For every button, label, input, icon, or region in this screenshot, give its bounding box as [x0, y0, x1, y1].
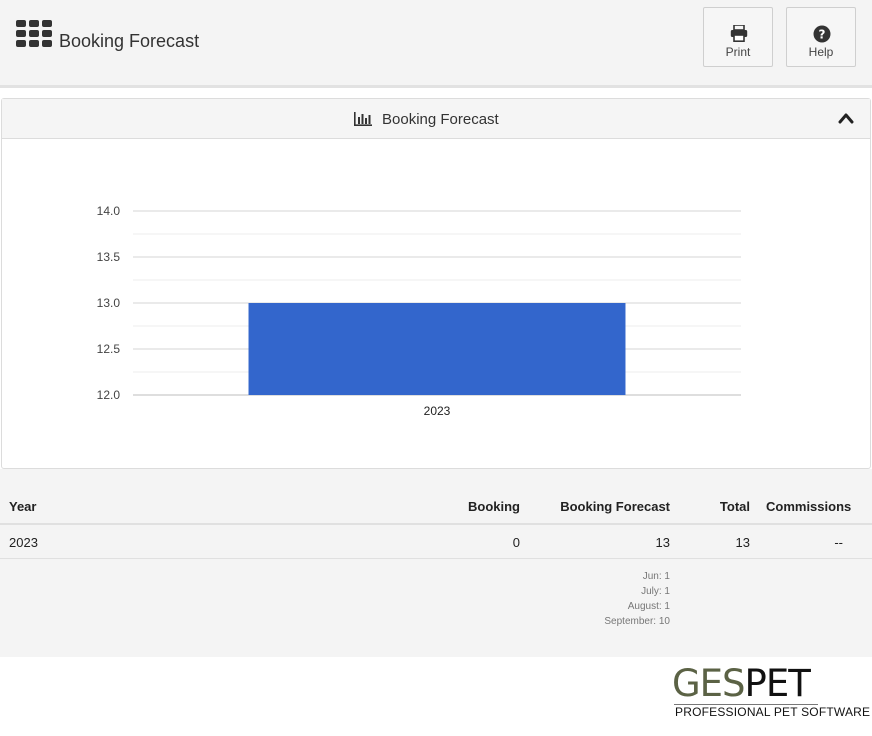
page-title: Booking Forecast — [59, 31, 200, 51]
y-tick-label: 12.0 — [97, 388, 121, 402]
breakdown-item: Jun: 1 — [642, 571, 670, 582]
logo-wordmark: GESPET — [672, 662, 811, 705]
y-tick-label: 12.5 — [97, 342, 121, 356]
col-header-booking-forecast: Booking Forecast — [560, 499, 670, 514]
breakdown-item: July: 1 — [641, 586, 670, 597]
col-header-total: Total — [719, 499, 750, 514]
col-header-booking: Booking — [468, 499, 520, 514]
question-circle-icon: ? — [813, 25, 831, 43]
col-header-commissions: Commissions — [766, 499, 852, 514]
gespet-logo: GESPET PROFESSIONAL PET SOFTWARE — [672, 662, 870, 722]
breakdown-item: September: 10 — [604, 616, 670, 627]
col-header-year: Year — [9, 499, 37, 514]
chevron-up-icon[interactable] — [838, 112, 854, 124]
panel-title: Booking Forecast — [382, 111, 499, 128]
panel-header: Booking Forecast — [2, 99, 870, 139]
breakdown-item: August: 1 — [627, 601, 670, 612]
print-button[interactable]: Print — [703, 7, 773, 67]
logo-tagline: PROFESSIONAL PET SOFTWARE — [675, 705, 871, 719]
row-divider — [0, 558, 872, 559]
cell-year: 2023 — [9, 535, 38, 550]
monthly-breakdown: Jun: 1 July: 1 August: 1 September: 10 — [560, 569, 670, 629]
svg-text:?: ? — [819, 28, 826, 42]
y-tick-label: 13.0 — [97, 296, 121, 310]
cell-booking-forecast: 13 — [655, 535, 670, 550]
bar — [248, 303, 626, 395]
bar-chart-icon — [354, 112, 372, 126]
top-bar: Booking Forecast Print ? Help — [0, 0, 872, 88]
printer-icon — [730, 25, 748, 42]
chart-panel: Booking Forecast 14.0 13.5 13.0 12.5 12.0 202… — [1, 98, 871, 469]
booking-chart: 14.0 13.5 13.0 12.5 12.0 2023 — [97, 204, 741, 418]
header-divider — [0, 523, 872, 525]
app-grid-icon[interactable] — [16, 20, 53, 48]
print-label: Print — [725, 45, 751, 59]
cell-commissions: -- — [834, 535, 843, 550]
help-label: Help — [808, 45, 834, 59]
y-tick-label: 14.0 — [97, 204, 121, 218]
cell-booking: 0 — [512, 535, 520, 550]
x-tick-label: 2023 — [424, 404, 451, 418]
help-button[interactable]: ? Help — [786, 7, 856, 67]
y-tick-label: 13.5 — [97, 250, 121, 264]
data-table: Year Booking Booking Forecast Total Comm… — [0, 469, 872, 657]
cell-total: 13 — [735, 535, 750, 550]
